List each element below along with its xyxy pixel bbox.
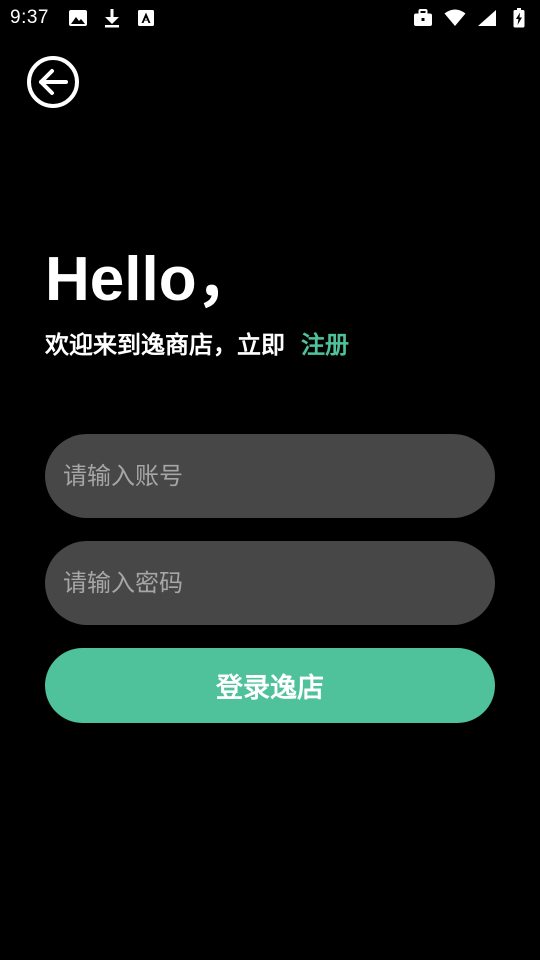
status-time: 9:37 [10, 7, 49, 28]
greeting-title: Hello， [45, 245, 259, 314]
download-icon [101, 7, 123, 29]
status-bar-left: 9:37 [10, 7, 169, 29]
password-input[interactable] [45, 541, 495, 625]
wifi-icon [444, 7, 466, 29]
back-button[interactable] [26, 55, 80, 109]
cell-signal-icon [476, 7, 498, 29]
login-button[interactable]: 登录逸店 [45, 648, 495, 723]
register-link[interactable]: 注册 [301, 325, 349, 360]
welcome-text: 欢迎来到逸商店，立即 [45, 330, 285, 359]
font-icon [135, 7, 157, 29]
account-input[interactable] [45, 434, 495, 518]
status-bar: 9:37 [0, 0, 540, 36]
welcome-line: 欢迎来到逸商店，立即 注册 [45, 322, 349, 362]
battery-charging-icon [508, 7, 530, 29]
briefcase-icon [412, 7, 434, 29]
status-bar-right [402, 7, 530, 29]
back-arrow-icon [27, 56, 79, 108]
login-screen: 9:37 Hello， 欢迎来到逸商店，立即 注册 请输入账号 登录逸店 [0, 0, 540, 960]
image-icon [67, 7, 89, 29]
